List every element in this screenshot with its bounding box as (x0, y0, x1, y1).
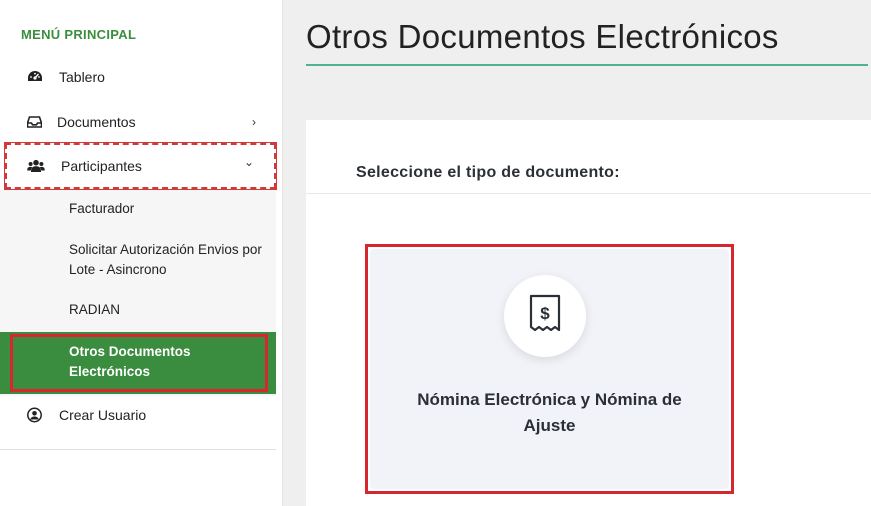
inbox-icon (27, 116, 42, 128)
receipt-dollar-icon: $ (527, 294, 563, 339)
sidebar-item-label: Documentos (57, 114, 136, 130)
sidebar-item-label: Crear Usuario (59, 407, 147, 423)
panel-divider (306, 193, 871, 194)
submenu-item-radian[interactable]: RADIAN (69, 300, 269, 320)
dashboard-icon (27, 70, 43, 84)
svg-text:$: $ (540, 304, 550, 323)
participantes-submenu: Facturador Solicitar Autorización Envios… (0, 190, 276, 396)
card-label: Nómina Electrónica y Nómina de Ajuste (417, 390, 682, 435)
submenu-item-solicitar-autorizacion[interactable]: Solicitar Autorización Envios por Lote -… (69, 240, 269, 280)
sidebar-item-crear-usuario[interactable]: Crear Usuario (0, 400, 276, 430)
sidebar-item-documentos[interactable]: Documentos › (0, 104, 276, 140)
title-underline (306, 64, 868, 66)
panel-heading: Seleccione el tipo de documento: (356, 164, 620, 181)
sidebar-item-label: Participantes (61, 158, 142, 174)
menu-title: MENÚ PRINCIPAL (21, 27, 137, 42)
document-type-panel: Seleccione el tipo de documento: $ Nómin… (306, 120, 871, 506)
user-circle-icon (27, 407, 42, 423)
users-icon (27, 159, 45, 173)
sidebar-item-label: Tablero (59, 69, 105, 85)
chevron-right-icon: › (252, 115, 256, 129)
sidebar-item-participantes[interactable]: Participantes ⌄ (4, 142, 277, 190)
sidebar-item-tablero[interactable]: Tablero (0, 60, 276, 94)
sidebar-divider (0, 449, 276, 450)
page-title: Otros Documentos Electrónicos (306, 18, 779, 55)
submenu-item-label: Otros Documentos Electrónicos (69, 344, 191, 379)
nomina-electronica-card[interactable]: $ Nómina Electrónica y Nómina de Ajuste (370, 249, 729, 489)
chevron-down-icon: ⌄ (243, 155, 254, 169)
sidebar: MENÚ PRINCIPAL Tablero Documentos › Part… (0, 0, 283, 506)
submenu-item-facturador[interactable]: Facturador (69, 199, 269, 219)
card-icon-circle: $ (504, 275, 586, 357)
submenu-item-otros-documentos[interactable]: Otros Documentos Electrónicos (0, 332, 276, 394)
